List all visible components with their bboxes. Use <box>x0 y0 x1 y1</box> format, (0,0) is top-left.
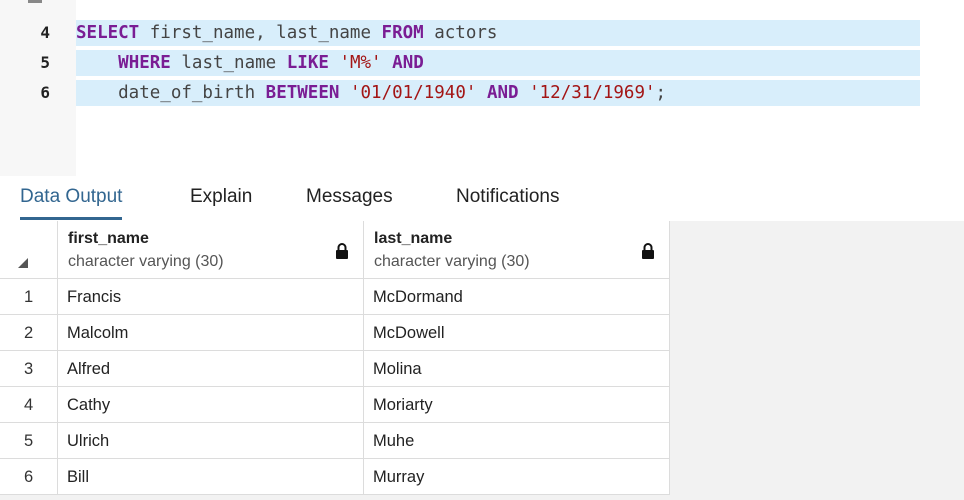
sql-identifier <box>519 83 530 103</box>
data-output-grid: first_name character varying (30) last_n… <box>0 221 964 500</box>
sql-identifier: actors <box>423 23 498 43</box>
line-number: 4 <box>40 23 50 42</box>
sql-identifier: date_of_birth <box>76 83 266 103</box>
code-line[interactable]: 4 SELECT first_name, last_name FROM actor… <box>0 20 964 46</box>
select-all-corner[interactable] <box>0 221 58 279</box>
tab-explain[interactable]: Explain <box>190 176 252 220</box>
cell-last-name[interactable]: McDormand <box>364 279 670 315</box>
line-number: 6 <box>40 83 50 102</box>
table-row[interactable]: 3 Alfred Molina <box>0 351 670 387</box>
sql-keyword: WHERE <box>118 53 171 73</box>
column-header-first-name[interactable]: first_name character varying (30) <box>58 221 364 279</box>
tab-data-output[interactable]: Data Output <box>20 176 123 220</box>
cell-last-name[interactable]: Muhe <box>364 423 670 459</box>
sql-identifier: first_name, last_name <box>139 23 382 43</box>
results-tab-bar: Data Output Explain Messages Notificatio… <box>0 176 964 222</box>
sql-string: 'M%' <box>339 53 382 73</box>
sql-identifier <box>76 53 118 73</box>
sql-identifier <box>329 53 340 73</box>
tab-notifications[interactable]: Notifications <box>456 176 560 220</box>
sql-keyword: SELECT <box>76 23 140 43</box>
table-row[interactable]: 1 Francis McDormand <box>0 279 670 315</box>
sql-keyword: FROM <box>381 23 424 43</box>
tab-messages[interactable]: Messages <box>306 176 393 220</box>
sql-identifier: ; <box>655 83 667 103</box>
code-text[interactable]: SELECT first_name, last_name FROM actors <box>76 20 920 46</box>
table-row[interactable]: 4 Cathy Moriarty <box>0 387 670 423</box>
sql-string: '01/01/1940' <box>349 83 477 103</box>
sql-keyword: AND <box>392 53 424 73</box>
cell-last-name[interactable]: McDowell <box>364 315 670 351</box>
cell-last-name[interactable]: Moriarty <box>364 387 670 423</box>
line-number-partial <box>28 0 42 3</box>
sql-string: '12/31/1969' <box>529 83 656 103</box>
cell-first-name[interactable]: Bill <box>58 459 364 495</box>
row-number[interactable]: 6 <box>0 459 58 495</box>
cell-last-name[interactable]: Murray <box>364 459 670 495</box>
table-row[interactable]: 2 Malcolm McDowell <box>0 315 670 351</box>
sql-keyword: AND <box>486 83 519 103</box>
code-text[interactable]: date_of_birth BETWEEN '01/01/1940' AND '… <box>76 80 920 106</box>
sql-identifier <box>339 83 350 103</box>
sql-identifier <box>382 53 393 73</box>
code-text[interactable]: WHERE last_name LIKE 'M%' AND <box>76 50 920 76</box>
sql-identifier <box>476 83 487 103</box>
table-row[interactable]: 6 Bill Murray <box>0 459 670 495</box>
lock-icon <box>642 243 654 259</box>
lock-icon <box>336 243 348 259</box>
column-header-last-name[interactable]: last_name character varying (30) <box>364 221 670 279</box>
cell-first-name[interactable]: Francis <box>58 279 364 315</box>
row-number[interactable]: 3 <box>0 351 58 387</box>
code-line[interactable]: 5 WHERE last_name LIKE 'M%' AND <box>0 50 964 76</box>
column-type: character varying (30) <box>374 253 530 270</box>
sql-identifier: last_name <box>170 53 287 73</box>
cell-last-name[interactable]: Molina <box>364 351 670 387</box>
select-all-icon <box>18 258 28 268</box>
sql-keyword: LIKE <box>286 53 329 73</box>
cell-first-name[interactable]: Cathy <box>58 387 364 423</box>
table-row[interactable]: 5 Ulrich Muhe <box>0 423 670 459</box>
column-type: character varying (30) <box>68 253 224 270</box>
line-number: 5 <box>40 53 50 72</box>
row-number[interactable]: 5 <box>0 423 58 459</box>
column-name: last_name <box>374 230 453 247</box>
sql-keyword: BETWEEN <box>265 83 340 103</box>
cell-first-name[interactable]: Ulrich <box>58 423 364 459</box>
sql-editor[interactable]: 4 SELECT first_name, last_name FROM actor… <box>0 0 964 176</box>
cell-first-name[interactable]: Malcolm <box>58 315 364 351</box>
column-name: first_name <box>68 230 149 247</box>
row-number[interactable]: 4 <box>0 387 58 423</box>
row-number[interactable]: 1 <box>0 279 58 315</box>
code-line[interactable]: 6 date_of_birth BETWEEN '01/01/1940' AND… <box>0 80 964 106</box>
row-number[interactable]: 2 <box>0 315 58 351</box>
cell-first-name[interactable]: Alfred <box>58 351 364 387</box>
